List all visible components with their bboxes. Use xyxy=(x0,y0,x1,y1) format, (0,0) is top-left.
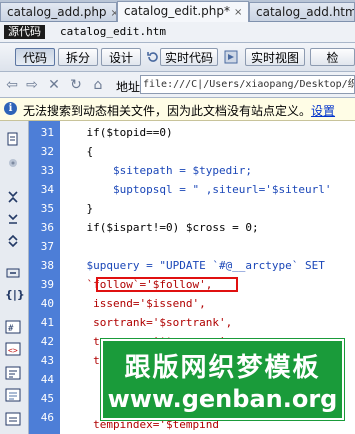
related-files-bar: 源代码 catalog_edit.htm xyxy=(0,22,355,43)
line-number: 41 xyxy=(40,316,54,329)
design-view-button[interactable]: 设计 xyxy=(101,48,141,66)
close-icon[interactable]: × xyxy=(234,7,242,18)
code-view-button[interactable]: 代码 xyxy=(15,48,55,66)
stop-icon[interactable]: ✕ xyxy=(46,77,62,93)
address-input[interactable]: file:///C|/Users/xiaopang/Desktop/织梦 xyxy=(140,75,355,94)
home-icon[interactable]: ⌂ xyxy=(90,77,106,93)
apply-comment-icon[interactable] xyxy=(5,411,21,427)
info-text: 无法搜索到动态相关文件，因为此文档没有站点定义。 xyxy=(23,104,312,118)
line-number-gutter: 31 32 33 34 35 36 37 38 39 40 41 42 43 4… xyxy=(29,121,60,434)
document-tab-bar: catalog_add.php× catalog_edit.php* × cata… xyxy=(0,0,355,22)
word-wrap-icon[interactable] xyxy=(5,365,21,381)
code-line: sortrank='$sortrank', xyxy=(60,316,233,329)
inspect-button[interactable]: 检 xyxy=(310,48,355,66)
coding-toolbar: {|} # <> xyxy=(0,121,29,434)
line-number: 36 xyxy=(40,221,54,234)
code-line: } xyxy=(60,202,94,215)
line-number: 45 xyxy=(40,392,54,405)
collapse-tag-icon[interactable] xyxy=(5,189,21,205)
code-line: if($topid==0) xyxy=(60,126,173,139)
code-line: $sitepath = $typedir; xyxy=(60,164,253,177)
tab-label: catalog_edit.php* xyxy=(124,4,230,18)
watermark-title: 跟版网织梦模板 xyxy=(124,353,321,383)
info-bar: i 无法搜索到动态相关文件，因为此文档没有站点定义。设置 xyxy=(0,98,355,121)
line-number: 39 xyxy=(40,278,54,291)
watermark-url: www.genban.org xyxy=(107,385,338,413)
balance-braces-icon[interactable]: {|} xyxy=(5,287,25,303)
line-number: 40 xyxy=(40,297,54,310)
show-code-navigator-icon[interactable] xyxy=(5,155,21,171)
code-line: issend='$issend', xyxy=(60,297,206,310)
line-number: 34 xyxy=(40,183,54,196)
line-number: 38 xyxy=(40,259,54,272)
source-code-badge[interactable]: 源代码 xyxy=(4,25,45,39)
highlight-invalid-code-icon[interactable]: <> xyxy=(5,341,21,357)
line-number: 31 xyxy=(40,126,54,139)
line-number: 33 xyxy=(40,164,54,177)
info-icon: i xyxy=(4,102,17,115)
address-bar: ⇦ ⇨ ✕ ↻ ⌂ 地址: file:///C|/Users/xiaopang/… xyxy=(0,72,355,98)
setup-link[interactable]: 设置 xyxy=(311,104,335,118)
info-message: 无法搜索到动态相关文件，因为此文档没有站点定义。设置 xyxy=(23,102,335,119)
svg-text:#: # xyxy=(8,324,14,334)
expand-all-icon[interactable] xyxy=(5,233,21,249)
split-view-button[interactable]: 拆分 xyxy=(58,48,98,66)
select-parent-tag-icon[interactable] xyxy=(5,265,21,281)
code-line: { xyxy=(60,145,94,158)
tab-catalog-add-php[interactable]: catalog_add.php× xyxy=(0,2,117,21)
syntax-error-info-icon[interactable] xyxy=(5,387,21,403)
live-code-button[interactable]: 实时代码 xyxy=(160,48,218,66)
line-number: 37 xyxy=(40,240,54,253)
tab-catalog-add-htm[interactable]: catalog_add.htm xyxy=(249,2,355,21)
refresh-icon[interactable] xyxy=(146,50,160,64)
back-arrow-icon[interactable]: ⇦ xyxy=(4,77,20,93)
highlight-box xyxy=(96,277,238,292)
line-number: 44 xyxy=(40,373,54,386)
document-toolbar: 代码 拆分 设计 实时代码 实时视图 检 xyxy=(0,43,355,72)
tab-label: catalog_add.htm xyxy=(256,5,355,19)
watermark-banner: 跟版网织梦模板 www.genban.org xyxy=(101,339,344,420)
related-file-link[interactable]: catalog_edit.htm xyxy=(60,25,166,38)
line-number: 43 xyxy=(40,354,54,367)
code-line: $upquery = "UPDATE `#@__arctype` SET xyxy=(60,259,325,272)
tab-label: catalog_add.php xyxy=(7,5,107,19)
live-view-button[interactable]: 实时视图 xyxy=(245,48,305,66)
line-numbers-icon[interactable]: # xyxy=(5,319,21,335)
code-line: $uptopsql = " ,siteurl='$siteurl' xyxy=(60,183,332,196)
line-number: 32 xyxy=(40,145,54,158)
line-number: 35 xyxy=(40,202,54,215)
svg-text:<>: <> xyxy=(8,346,18,355)
code-line: if($ispart!=0) $cross = 0; xyxy=(60,221,259,234)
forward-arrow-icon[interactable]: ⇨ xyxy=(24,77,40,93)
collapse-selection-icon[interactable] xyxy=(5,211,21,227)
refresh-icon[interactable]: ↻ xyxy=(68,77,84,93)
line-number: 42 xyxy=(40,335,54,348)
tab-catalog-edit-php[interactable]: catalog_edit.php* × xyxy=(117,1,249,22)
inspect-mode-icon[interactable] xyxy=(224,50,238,64)
line-number: 46 xyxy=(40,411,54,424)
open-documents-icon[interactable] xyxy=(5,131,21,147)
